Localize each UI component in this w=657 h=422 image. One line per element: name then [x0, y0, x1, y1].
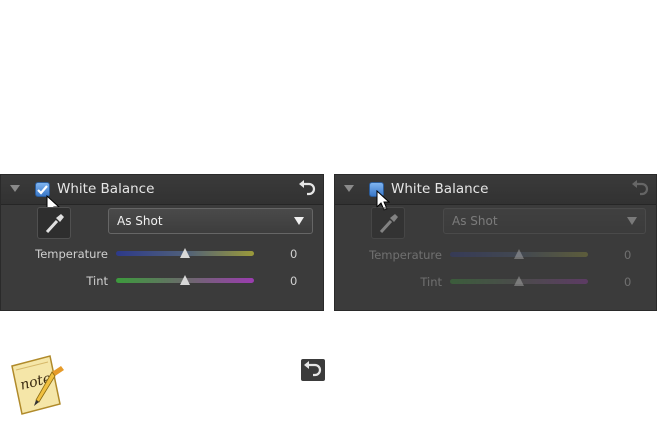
- panel-title: White Balance: [391, 181, 489, 197]
- tint-slider-thumb[interactable]: [180, 275, 190, 285]
- eyedropper-button[interactable]: [37, 207, 71, 239]
- white-balance-preset-dropdown[interactable]: As Shot: [108, 208, 313, 234]
- panel-title: White Balance: [57, 181, 155, 197]
- chevron-down-icon: [294, 217, 304, 225]
- tint-slider-thumb: [514, 276, 524, 286]
- temperature-label: Temperature: [369, 248, 442, 262]
- eyedropper-button: [371, 207, 405, 239]
- tint-label: Tint: [86, 274, 108, 288]
- temperature-label: Temperature: [35, 247, 108, 261]
- temperature-value: 0: [290, 247, 298, 261]
- collapse-triangle-icon[interactable]: [344, 185, 354, 192]
- chevron-down-icon: [627, 217, 637, 225]
- preset-value: As Shot: [117, 214, 163, 228]
- reset-arrow-icon: [304, 361, 322, 377]
- eyedropper-icon: [379, 214, 398, 234]
- reset-arrow-icon: [632, 180, 649, 196]
- tint-label: Tint: [420, 275, 442, 289]
- preset-value: As Shot: [452, 214, 498, 228]
- white-balance-preset-dropdown: As Shot: [443, 208, 646, 234]
- temperature-slider-thumb: [514, 249, 524, 259]
- temperature-slider-thumb[interactable]: [180, 248, 190, 258]
- reset-arrow-icon[interactable]: [297, 179, 317, 199]
- reset-icon-inline: [301, 359, 325, 381]
- tint-value: 0: [290, 274, 298, 288]
- collapse-triangle-icon[interactable]: [10, 185, 20, 192]
- tint-value: 0: [624, 275, 632, 289]
- note-icon: note: [11, 355, 64, 415]
- eyedropper-icon: [45, 214, 64, 234]
- temperature-value: 0: [624, 248, 632, 262]
